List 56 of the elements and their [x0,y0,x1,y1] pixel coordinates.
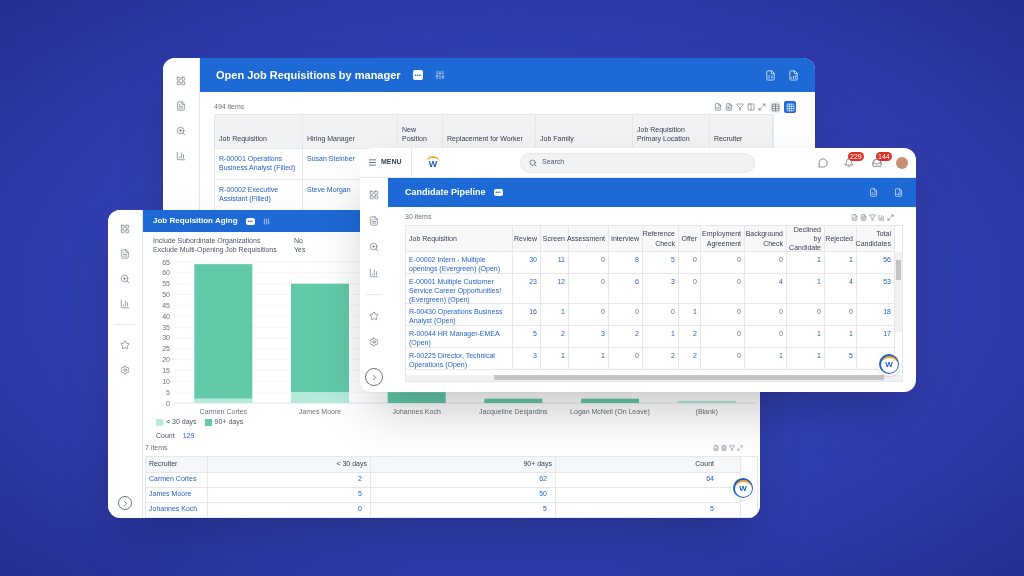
export-icon[interactable] [714,103,722,111]
zoom-icon[interactable] [120,274,130,284]
avatar[interactable] [896,156,908,169]
search-icon [529,158,537,167]
inbox-icon[interactable] [872,157,882,168]
report-icon[interactable] [120,249,130,259]
bar [581,398,639,403]
star-icon[interactable] [120,340,130,350]
chat-button[interactable]: W [731,476,755,500]
vertical-scrollbar[interactable] [895,252,902,332]
chart-title: Job Requisition Aging [153,215,238,227]
chart-view-icon[interactable] [878,214,885,221]
notifications-icon[interactable] [844,157,854,168]
pdf-export-icon[interactable] [788,69,799,81]
sliders-icon[interactable] [434,70,445,80]
settings-icon[interactable] [120,365,130,375]
dashboard-icon[interactable] [176,76,186,86]
bar [387,392,446,403]
zoom-icon[interactable] [176,126,186,136]
menu-icon [368,158,377,167]
chat-icon[interactable] [818,157,828,168]
dashboard-icon[interactable] [120,224,130,234]
filter-icon[interactable] [736,103,744,111]
columns-icon[interactable] [747,103,755,111]
logo[interactable]: W [426,155,440,170]
pdf-export-icon[interactable] [894,188,903,197]
view-toggle[interactable] [769,101,781,113]
star-icon[interactable] [369,311,379,321]
filter-icon[interactable] [729,445,735,452]
chat-button[interactable]: W [877,352,901,376]
sliders-icon[interactable] [262,217,270,225]
expand-icon[interactable] [737,445,743,452]
zoom-icon[interactable] [369,242,379,252]
filter-icon[interactable] [869,214,876,221]
dashboard-icon[interactable] [369,190,379,200]
expand-icon[interactable] [887,214,894,221]
bar-chart-icon[interactable] [176,151,186,161]
bar-chart-icon[interactable] [120,299,130,309]
document-icon[interactable] [725,103,733,111]
view-toggle[interactable] [784,101,796,113]
export-icon[interactable] [851,214,858,221]
bar [677,400,736,403]
bar [484,398,543,403]
excel-export-icon[interactable] [869,188,878,197]
report-icon[interactable] [369,216,379,226]
report-title: Open Job Requisitions by manager [216,67,401,83]
excel-export-icon[interactable] [765,69,776,81]
settings-icon[interactable] [369,337,379,347]
expand-icon[interactable] [758,103,766,111]
export-icon[interactable] [713,445,719,452]
document-icon[interactable] [860,214,867,221]
report-icon[interactable] [176,101,186,111]
horizontal-scrollbar[interactable] [406,375,902,381]
document-icon[interactable] [721,445,727,452]
pipeline-title: Candidate Pipeline [405,185,486,199]
bar-chart-icon[interactable] [369,268,379,278]
